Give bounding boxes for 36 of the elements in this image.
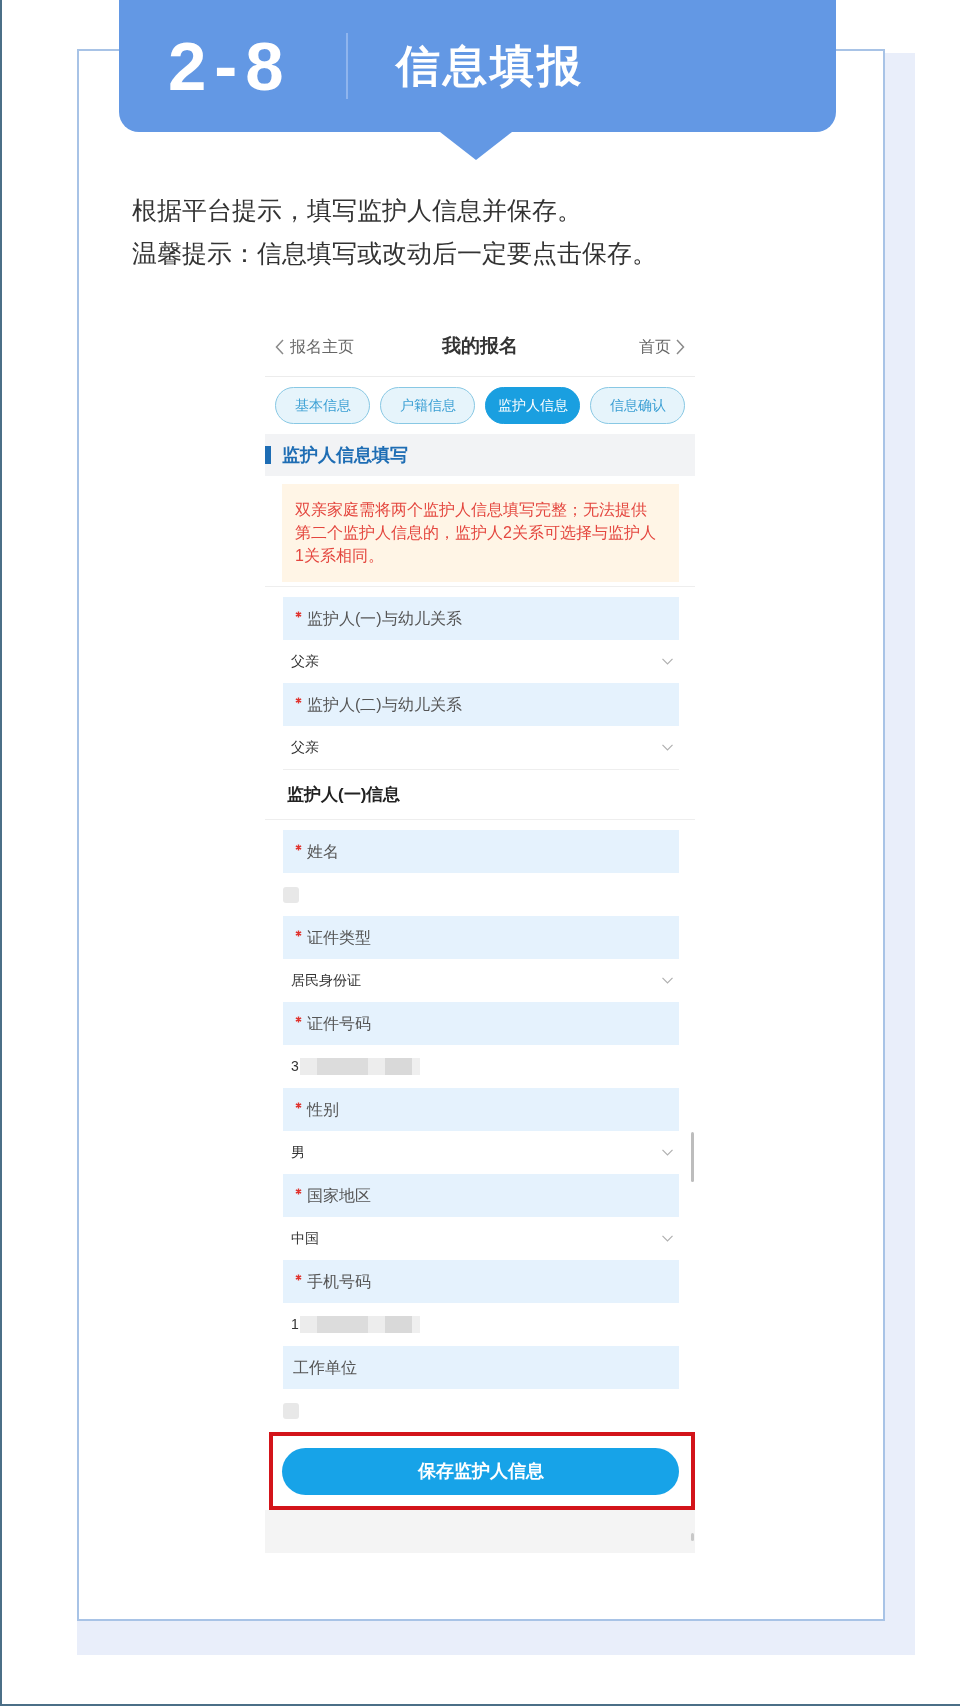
scrollbar-thumb — [691, 1132, 694, 1182]
field-label: 监护人(一)与幼儿关系 — [307, 608, 462, 629]
home-link[interactable]: 首页 — [639, 334, 685, 359]
select-field[interactable]: 父亲 — [283, 640, 679, 683]
field-label: 监护人(二)与幼儿关系 — [307, 694, 462, 715]
select-field[interactable]: 居民身份证 — [283, 959, 679, 1002]
field-label: 证件类型 — [307, 927, 371, 948]
select-field[interactable]: 父亲 — [283, 726, 679, 769]
field-label: 国家地区 — [307, 1185, 371, 1206]
back-link[interactable]: 报名主页 — [275, 334, 354, 359]
chevron-down-icon — [662, 744, 673, 751]
field-label: 工作单位 — [293, 1357, 357, 1378]
section-title: 监护人信息填写 — [282, 443, 408, 467]
select-field[interactable]: 中国 — [283, 1217, 679, 1260]
input-field[interactable]: 3 — [283, 1045, 679, 1088]
instruction-text: 温馨提示：信息填写或改动后一定要点击保存。 — [132, 238, 658, 269]
chevron-down-icon — [662, 1235, 673, 1242]
scrollbar-thumb — [691, 1533, 694, 1541]
subsection-title: 监护人(一)信息 — [287, 783, 401, 806]
section-marker-icon — [265, 446, 271, 464]
instruction-text: 根据平台提示，填写监护人信息并保存。 — [132, 195, 583, 226]
section-number: 2-8 — [168, 31, 292, 101]
warning-notice: 双亲家庭需将两个监护人信息填写完整；无法提供第二个监护人信息的，监护人2关系可选择与监护人1关系相同。 — [282, 484, 679, 582]
chevron-down-icon — [662, 1149, 673, 1156]
field-label: 证件号码 — [307, 1013, 371, 1034]
field-label: 性别 — [307, 1099, 339, 1120]
chevron-down-icon — [662, 658, 673, 665]
field-label: 姓名 — [307, 841, 339, 862]
page-title: 我的报名 — [442, 334, 518, 359]
chevron-left-icon — [275, 338, 284, 355]
select-field[interactable]: 男 — [283, 1131, 679, 1174]
field-label: 手机号码 — [307, 1271, 371, 1292]
chevron-down-icon — [662, 977, 673, 984]
banner-title: 信息填报 — [395, 44, 584, 88]
input-field[interactable]: 1 — [283, 1303, 679, 1346]
chevron-right-icon — [676, 338, 685, 355]
